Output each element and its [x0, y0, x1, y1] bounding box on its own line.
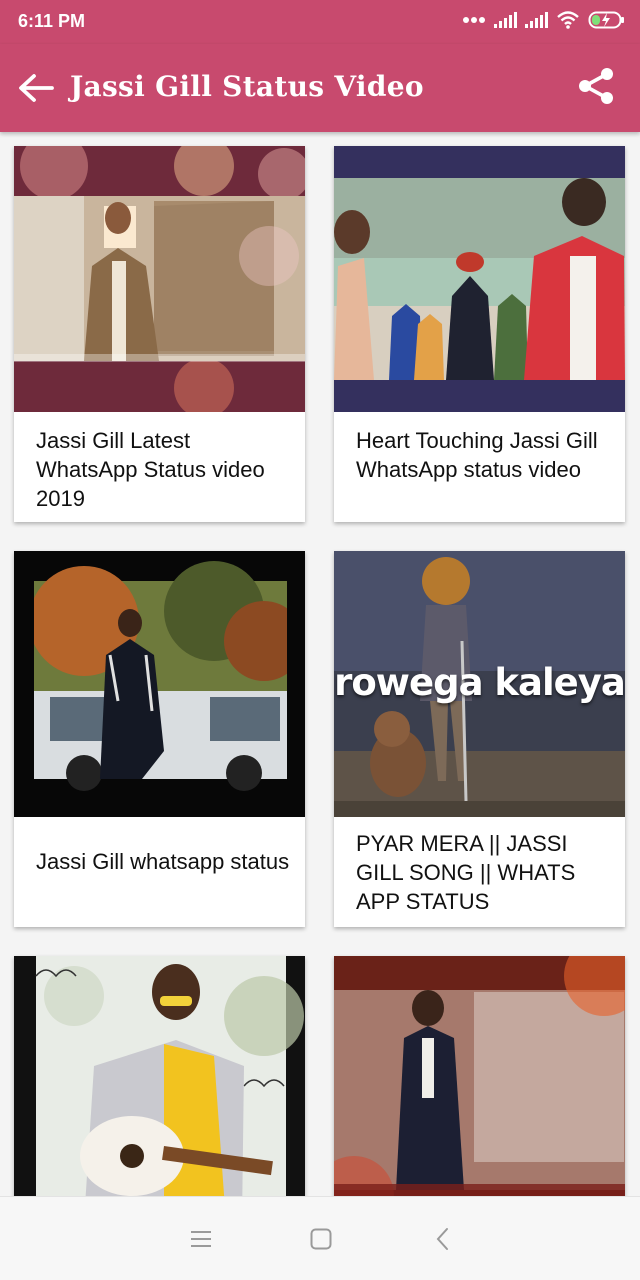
status-icons: [462, 10, 626, 30]
video-title[interactable]: Jassi Gill whatsapp status: [36, 847, 293, 876]
share-icon[interactable]: [576, 66, 616, 106]
video-title[interactable]: Heart Touching Jassi Gill WhatsApp statu…: [356, 426, 613, 484]
menu-icon[interactable]: [187, 1225, 215, 1253]
video-card[interactable]: Jassi Gill whatsapp status: [14, 551, 305, 927]
video-card[interactable]: [334, 956, 625, 1196]
status-bar: 6:11 PM: [0, 0, 640, 44]
video-card[interactable]: rowega kaleya PYAR MERA || JASSI GILL SO…: [334, 551, 625, 927]
overlay-text: rowega kaleya: [334, 661, 625, 704]
video-thumbnail[interactable]: [334, 146, 625, 412]
wifi-icon: [557, 11, 579, 29]
status-time: 6:11 PM: [18, 11, 86, 31]
video-card[interactable]: Jassi Gill Latest WhatsApp Status video …: [14, 146, 305, 522]
video-title[interactable]: Jassi Gill Latest WhatsApp Status video …: [36, 426, 293, 513]
video-card[interactable]: [14, 956, 305, 1196]
video-thumbnail[interactable]: rowega kaleya: [334, 551, 625, 817]
video-thumbnail[interactable]: [334, 956, 625, 1196]
video-thumbnail[interactable]: [14, 551, 305, 817]
app-bar: Jassi Gill Status Video: [0, 44, 640, 132]
system-nav-bar: [0, 1196, 640, 1280]
dots-icon: [463, 17, 485, 23]
home-square-icon[interactable]: [307, 1225, 335, 1253]
video-thumbnail[interactable]: [14, 956, 305, 1196]
signal-icon: [494, 12, 517, 28]
signal-icon: [525, 12, 548, 28]
video-thumbnail[interactable]: [14, 146, 305, 412]
video-card[interactable]: Heart Touching Jassi Gill WhatsApp statu…: [334, 146, 625, 522]
video-grid: Jassi Gill Latest WhatsApp Status video …: [0, 132, 640, 1196]
back-triangle-icon[interactable]: [429, 1225, 457, 1253]
video-title[interactable]: PYAR MERA || JASSI GILL SONG || WHATS AP…: [356, 829, 613, 916]
page-title: Jassi Gill Status Video: [70, 70, 424, 103]
battery-charging-icon: [588, 11, 624, 29]
back-arrow-icon[interactable]: [16, 70, 56, 106]
